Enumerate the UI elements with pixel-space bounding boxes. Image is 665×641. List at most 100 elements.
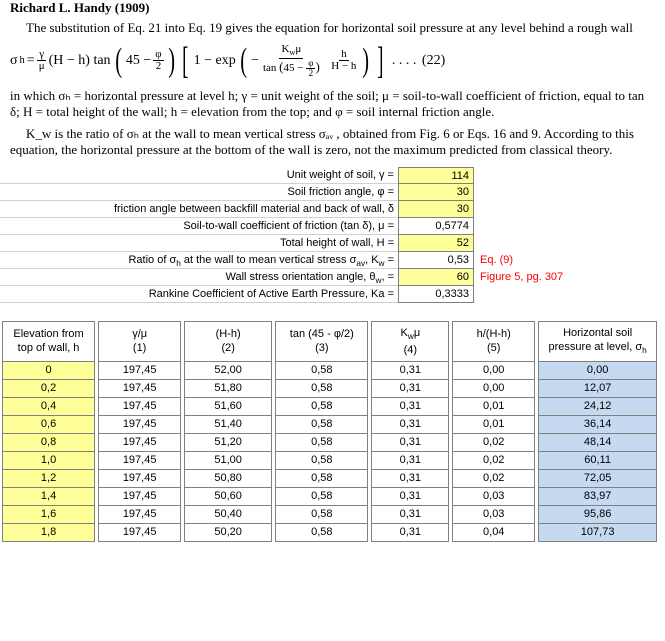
table-cell: 0,31	[372, 523, 449, 541]
table-row: 1,8197,4550,200,580,310,04107,73	[3, 523, 657, 541]
explain-1: in which σₕ = horizontal pressure at lev…	[0, 84, 665, 123]
param-value[interactable]: 60	[398, 269, 474, 286]
table-row: 1,6197,4550,400,580,310,0395,86	[3, 505, 657, 523]
table-cell: 0,31	[372, 451, 449, 469]
equation-22: σh = γμ (H − h) tan (45 − φ2) [1 − exp (…	[0, 38, 665, 83]
param-value[interactable]: 52	[398, 235, 474, 252]
table-cell: 1,8	[3, 523, 95, 541]
param-label: Soil-to-wall coefficient of friction (ta…	[0, 218, 398, 235]
table-cell: 1,0	[3, 451, 95, 469]
param-value: 0,3333	[398, 286, 474, 303]
equation-number: (22)	[422, 53, 445, 69]
table-cell: 197,45	[99, 505, 181, 523]
table-cell: 0,04	[453, 523, 535, 541]
table-cell: 51,60	[185, 397, 272, 415]
table-row: 1,2197,4550,800,580,310,0272,05	[3, 469, 657, 487]
col-header: Horizontal soil pressure at level, σh	[539, 321, 657, 361]
table-cell: 0,58	[276, 397, 368, 415]
param-value[interactable]: 114	[398, 167, 474, 184]
param-label: Wall stress orientation angle, θw, =	[0, 269, 398, 286]
table-cell: 0,58	[276, 451, 368, 469]
param-value: 0,53	[398, 252, 474, 269]
param-row: Wall stress orientation angle, θw, =60Fi…	[0, 269, 665, 286]
results-table: Elevation from top of wall, hγ/μ(1)(H-h)…	[2, 321, 657, 542]
param-note: Figure 5, pg. 307	[474, 269, 563, 286]
param-row: Soil friction angle, φ =30	[0, 184, 665, 201]
table-cell: 0,58	[276, 433, 368, 451]
table-cell: 50,20	[185, 523, 272, 541]
param-row: Rankine Coefficient of Active Earth Pres…	[0, 286, 665, 303]
table-cell: 0,58	[276, 379, 368, 397]
table-row: 0,4197,4551,600,580,310,0124,12	[3, 397, 657, 415]
table-cell: 0,02	[453, 469, 535, 487]
table-cell: 197,45	[99, 451, 181, 469]
table-cell: 12,07	[539, 379, 657, 397]
table-row: 1,4197,4550,600,580,310,0383,97	[3, 487, 657, 505]
table-cell: 36,14	[539, 415, 657, 433]
table-cell: 0,4	[3, 397, 95, 415]
table-cell: 0,58	[276, 361, 368, 379]
param-row: Ratio of σh at the wall to mean vertical…	[0, 252, 665, 269]
table-cell: 0,01	[453, 415, 535, 433]
table-row: 0,6197,4551,400,580,310,0136,14	[3, 415, 657, 433]
table-cell: 0,2	[3, 379, 95, 397]
table-cell: 0,8	[3, 433, 95, 451]
table-cell: 60,11	[539, 451, 657, 469]
table-cell: 52,00	[185, 361, 272, 379]
table-cell: 0,58	[276, 487, 368, 505]
table-cell: 1,2	[3, 469, 95, 487]
param-row: friction angle between backfill material…	[0, 201, 665, 218]
table-row: 0,2197,4551,800,580,310,0012,07	[3, 379, 657, 397]
table-row: 0,8197,4551,200,580,310,0248,14	[3, 433, 657, 451]
table-cell: 50,40	[185, 505, 272, 523]
table-cell: 1,4	[3, 487, 95, 505]
table-cell: 72,05	[539, 469, 657, 487]
table-cell: 0,02	[453, 451, 535, 469]
col-header: Kwμ(4)	[372, 321, 449, 361]
table-cell: 0,03	[453, 505, 535, 523]
table-cell: 0,31	[372, 361, 449, 379]
table-cell: 197,45	[99, 415, 181, 433]
param-value[interactable]: 30	[398, 201, 474, 218]
param-label: Soil friction angle, φ =	[0, 184, 398, 201]
param-label: friction angle between backfill material…	[0, 201, 398, 218]
table-cell: 1,6	[3, 505, 95, 523]
table-cell: 0,31	[372, 397, 449, 415]
table-cell: 0,58	[276, 415, 368, 433]
param-value[interactable]: 30	[398, 184, 474, 201]
parameter-block: Unit weight of soil, γ =114Soil friction…	[0, 167, 665, 303]
table-cell: 0,02	[453, 433, 535, 451]
page-header-truncated: Richard L. Handy (1909)	[0, 0, 665, 16]
table-cell: 0,6	[3, 415, 95, 433]
table-cell: 0,01	[453, 397, 535, 415]
table-cell: 0,00	[453, 361, 535, 379]
table-cell: 51,40	[185, 415, 272, 433]
table-cell: 0,00	[453, 379, 535, 397]
table-cell: 0,31	[372, 487, 449, 505]
param-row: Total height of wall, H =52	[0, 235, 665, 252]
table-row: 0197,4552,000,580,310,000,00	[3, 361, 657, 379]
table-cell: 197,45	[99, 397, 181, 415]
table-cell: 51,80	[185, 379, 272, 397]
table-cell: 0,31	[372, 505, 449, 523]
param-label: Total height of wall, H =	[0, 235, 398, 252]
table-cell: 107,73	[539, 523, 657, 541]
param-value: 0,5774	[398, 218, 474, 235]
param-row: Soil-to-wall coefficient of friction (ta…	[0, 218, 665, 235]
table-cell: 197,45	[99, 379, 181, 397]
table-cell: 24,12	[539, 397, 657, 415]
table-cell: 83,97	[539, 487, 657, 505]
table-cell: 50,60	[185, 487, 272, 505]
table-cell: 0,00	[539, 361, 657, 379]
explain-2: K_w is the ratio of σₕ at the wall to me…	[0, 122, 665, 161]
table-cell: 0,58	[276, 505, 368, 523]
param-note: Eq. (9)	[474, 252, 513, 269]
col-header: (H-h)(2)	[185, 321, 272, 361]
param-label: Ratio of σh at the wall to mean vertical…	[0, 252, 398, 269]
table-cell: 0,31	[372, 433, 449, 451]
table-cell: 197,45	[99, 469, 181, 487]
table-cell: 197,45	[99, 523, 181, 541]
table-cell: 0	[3, 361, 95, 379]
table-cell: 0,31	[372, 469, 449, 487]
table-cell: 48,14	[539, 433, 657, 451]
